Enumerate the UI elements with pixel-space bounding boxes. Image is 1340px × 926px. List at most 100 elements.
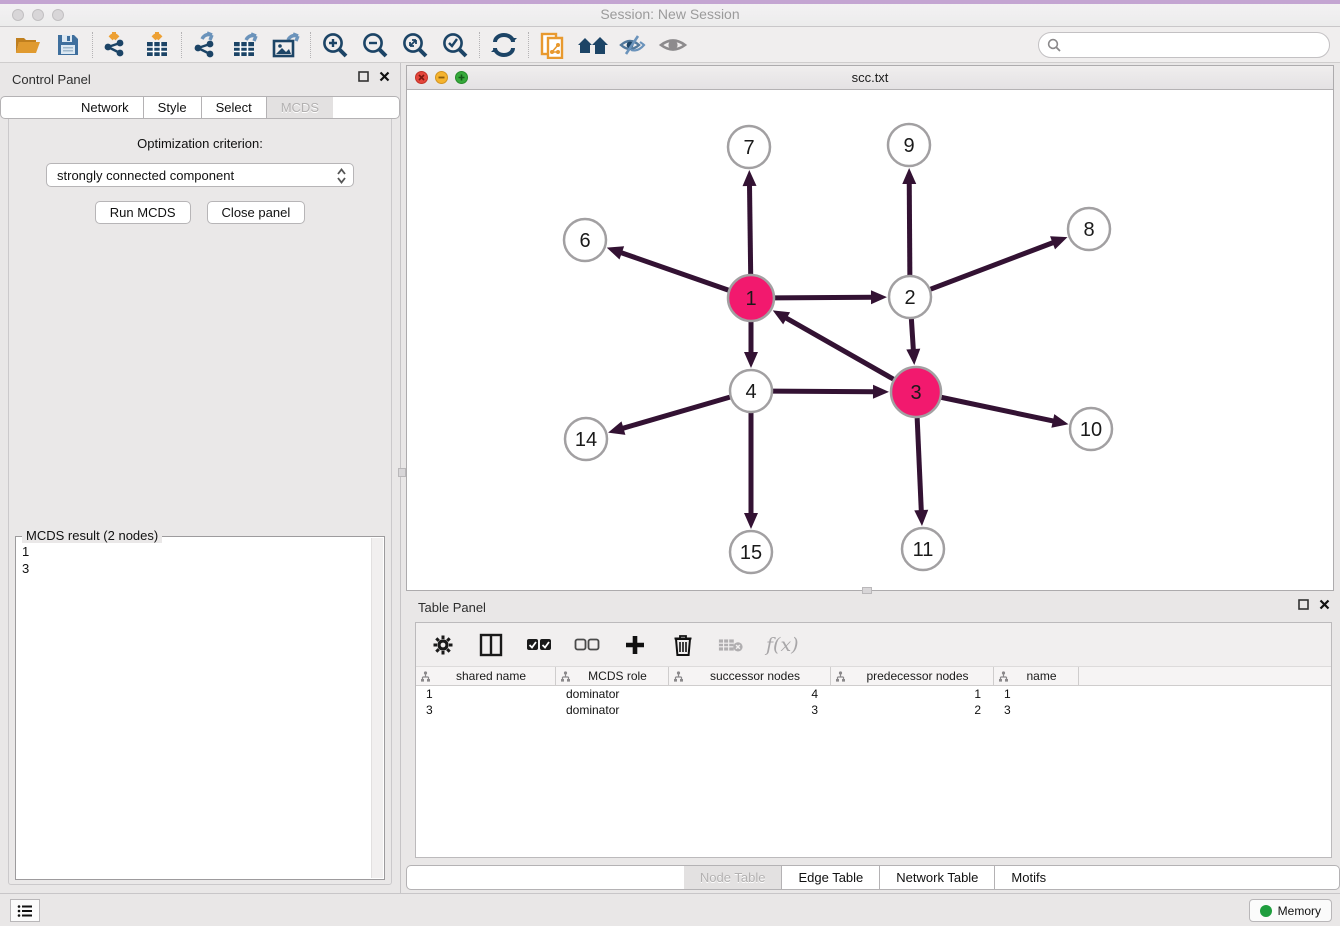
toolbar-separator bbox=[92, 32, 93, 58]
criterion-dropdown[interactable]: strongly connected component bbox=[46, 163, 354, 187]
node-table-container: f(x) shared nameMCDS rolesuccessor nodes… bbox=[415, 622, 1332, 858]
home-icon bbox=[577, 33, 609, 57]
table-tabs: Node TableEdge TableNetwork TableMotifs bbox=[406, 865, 1340, 890]
horizontal-splitter-handle[interactable] bbox=[862, 587, 872, 594]
column-type-icon bbox=[998, 671, 1009, 682]
graph-edge-1-7[interactable] bbox=[749, 184, 750, 274]
import-table-button[interactable] bbox=[137, 30, 177, 60]
table-cell[interactable]: 4 bbox=[669, 686, 831, 702]
table-tab-node-table[interactable]: Node Table bbox=[684, 866, 783, 889]
table-row[interactable]: 3dominator323 bbox=[416, 702, 1331, 718]
show-panel-button[interactable] bbox=[653, 30, 693, 60]
memory-status-icon bbox=[1260, 905, 1272, 917]
table-tab-network-table[interactable]: Network Table bbox=[880, 866, 995, 889]
graph-node-label: 15 bbox=[740, 542, 762, 564]
window-title: Session: New Session bbox=[0, 6, 1340, 22]
settings-gear-button[interactable] bbox=[430, 632, 456, 658]
network-file-button[interactable] bbox=[533, 30, 573, 60]
save-session-button[interactable] bbox=[48, 30, 88, 60]
close-panel-icon[interactable] bbox=[1319, 599, 1330, 610]
table-row[interactable]: 1dominator411 bbox=[416, 686, 1331, 702]
column-header-successor-nodes[interactable]: successor nodes bbox=[669, 667, 831, 685]
tab-select[interactable]: Select bbox=[202, 97, 267, 118]
zoom-fit-button[interactable] bbox=[395, 30, 435, 60]
close-panel-button[interactable]: Close panel bbox=[207, 201, 306, 224]
zoom-out-button[interactable] bbox=[355, 30, 395, 60]
float-panel-icon[interactable] bbox=[358, 71, 369, 82]
zoom-in-button[interactable] bbox=[315, 30, 355, 60]
graph-edge-arrowhead bbox=[608, 421, 625, 434]
export-network-button[interactable] bbox=[186, 30, 226, 60]
graph-edge-2-3[interactable] bbox=[911, 319, 913, 351]
close-panel-icon[interactable] bbox=[379, 71, 390, 82]
zoom-in-icon bbox=[321, 31, 349, 59]
table-tab-motifs[interactable]: Motifs bbox=[995, 866, 1062, 889]
tab-network[interactable]: Network bbox=[67, 97, 144, 118]
table-cell[interactable]: 3 bbox=[669, 702, 831, 718]
toolbar-separator bbox=[310, 32, 311, 58]
memory-button[interactable]: Memory bbox=[1249, 899, 1332, 922]
search-input[interactable] bbox=[1038, 32, 1330, 58]
graph-node-label: 2 bbox=[904, 287, 915, 309]
delete-table-button[interactable] bbox=[718, 632, 744, 658]
graph-edge-4-14[interactable] bbox=[622, 397, 730, 429]
graph-edge-3-1[interactable] bbox=[785, 317, 894, 379]
import-network-button[interactable] bbox=[97, 30, 137, 60]
hide-panel-button[interactable] bbox=[613, 30, 653, 60]
deselect-all-button[interactable] bbox=[574, 632, 600, 658]
result-scrollbar[interactable] bbox=[371, 538, 383, 878]
network-graph-canvas[interactable]: 1234678910111415 bbox=[407, 90, 1333, 590]
table-cell[interactable]: 1 bbox=[831, 686, 994, 702]
table-tab-edge-table[interactable]: Edge Table bbox=[782, 866, 880, 889]
save-session-icon bbox=[56, 33, 80, 57]
select-all-button[interactable] bbox=[526, 632, 552, 658]
graph-edge-2-8[interactable] bbox=[931, 242, 1055, 289]
apply-layout-icon bbox=[490, 32, 518, 58]
add-row-button[interactable] bbox=[622, 632, 648, 658]
open-file-icon bbox=[14, 33, 42, 57]
graph-edge-arrowhead bbox=[1050, 236, 1067, 249]
function-builder-button[interactable]: f(x) bbox=[766, 632, 799, 658]
graph-edge-2-9[interactable] bbox=[909, 182, 910, 275]
float-panel-icon[interactable] bbox=[1298, 599, 1309, 610]
table-cell[interactable]: dominator bbox=[556, 686, 669, 702]
table-cell[interactable]: 3 bbox=[416, 702, 556, 718]
graph-edge-3-10[interactable] bbox=[941, 397, 1054, 421]
graph-edge-4-3[interactable] bbox=[773, 391, 875, 392]
column-header-shared-name[interactable]: shared name bbox=[416, 667, 556, 685]
graph-edge-1-2[interactable] bbox=[775, 297, 873, 298]
tab-mcds[interactable]: MCDS bbox=[267, 97, 333, 118]
table-cell[interactable]: 2 bbox=[831, 702, 994, 718]
column-header-predecessor-nodes[interactable]: predecessor nodes bbox=[831, 667, 994, 685]
graph-edge-3-11[interactable] bbox=[917, 418, 921, 512]
column-header-MCDS-role[interactable]: MCDS role bbox=[556, 667, 669, 685]
tab-style[interactable]: Style bbox=[144, 97, 202, 118]
zoom-selected-button[interactable] bbox=[435, 30, 475, 60]
graph-edge-arrowhead bbox=[906, 349, 920, 365]
run-mcds-button[interactable]: Run MCDS bbox=[95, 201, 191, 224]
delete-row-button[interactable] bbox=[670, 632, 696, 658]
titlebar-accent bbox=[0, 0, 1340, 4]
graph-edge-arrowhead bbox=[871, 290, 887, 304]
export-image-button[interactable] bbox=[266, 30, 306, 60]
graph-node-label: 4 bbox=[745, 381, 756, 403]
task-history-button[interactable] bbox=[10, 899, 40, 922]
split-columns-button[interactable] bbox=[478, 632, 504, 658]
control-panel-title: Control Panel bbox=[12, 72, 91, 87]
table-cell[interactable]: 1 bbox=[416, 686, 556, 702]
vertical-splitter-handle[interactable] bbox=[398, 468, 406, 477]
graph-node-label: 14 bbox=[575, 429, 597, 451]
network-file-icon bbox=[539, 31, 567, 59]
table-cell[interactable]: 3 bbox=[994, 702, 1079, 718]
network-window-titlebar[interactable]: scc.txt bbox=[407, 66, 1333, 90]
graph-edge-1-6[interactable] bbox=[620, 252, 728, 290]
export-table-button[interactable] bbox=[226, 30, 266, 60]
open-file-button[interactable] bbox=[8, 30, 48, 60]
home-button[interactable] bbox=[573, 30, 613, 60]
graph-edge-arrowhead bbox=[873, 385, 889, 399]
table-cell[interactable]: 1 bbox=[994, 686, 1079, 702]
apply-layout-button[interactable] bbox=[484, 30, 524, 60]
table-cell[interactable]: dominator bbox=[556, 702, 669, 718]
column-header-name[interactable]: name bbox=[994, 667, 1079, 685]
window-titlebar: Session: New Session bbox=[0, 0, 1340, 27]
